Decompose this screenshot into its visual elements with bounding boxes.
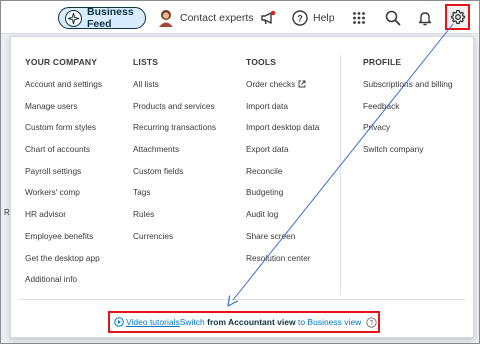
background-page-fragment: R bbox=[4, 208, 10, 217]
business-feed-label: Business Feed bbox=[87, 6, 134, 30]
menu-item-custom-form-styles[interactable]: Custom form styles bbox=[25, 122, 102, 144]
menu-item-chart-of-accounts[interactable]: Chart of accounts bbox=[25, 144, 102, 166]
contact-experts-label: Contact experts bbox=[180, 12, 254, 24]
switch-view-link[interactable]: Switch from Accountant view to Business … bbox=[180, 317, 362, 327]
menu-item-products-and-services[interactable]: Products and services bbox=[133, 101, 216, 123]
settings-gear-button[interactable] bbox=[445, 4, 470, 30]
column-lists: LISTS All lists Products and services Re… bbox=[133, 57, 216, 253]
contact-experts-button[interactable]: Contact experts bbox=[158, 8, 254, 28]
menu-item-attachments[interactable]: Attachments bbox=[133, 144, 216, 166]
menu-item-privacy[interactable]: Privacy bbox=[363, 122, 452, 144]
svg-text:?: ? bbox=[297, 14, 303, 24]
switch-bold-text: from Accountant view bbox=[207, 317, 296, 327]
switch-prefix-text: Switch bbox=[179, 317, 208, 327]
expert-avatar-icon bbox=[158, 9, 174, 27]
column-heading: YOUR COMPANY bbox=[25, 57, 98, 67]
menu-item-account-and-settings[interactable]: Account and settings bbox=[25, 79, 102, 101]
menu-item-subscriptions-and-billing[interactable]: Subscriptions and billing bbox=[363, 79, 452, 101]
menu-item-manage-users[interactable]: Manage users bbox=[25, 101, 102, 123]
menu-item-share-screen[interactable]: Share screen bbox=[246, 231, 319, 253]
menu-item-import-desktop-data[interactable]: Import desktop data bbox=[246, 122, 319, 144]
help-label: Help bbox=[313, 12, 335, 24]
help-icon[interactable]: ? bbox=[366, 316, 377, 328]
footer-divider bbox=[19, 299, 465, 300]
menu-item-audit-log[interactable]: Audit log bbox=[246, 209, 319, 231]
help-button[interactable]: ? Help bbox=[292, 9, 335, 27]
column-profile: PROFILE Subscriptions and billing Feedba… bbox=[363, 57, 452, 166]
menu-item-get-desktop-app[interactable]: Get the desktop app bbox=[25, 253, 102, 275]
menu-item-budgeting[interactable]: Budgeting bbox=[246, 187, 319, 209]
menu-item-employee-benefits[interactable]: Employee benefits bbox=[25, 231, 102, 253]
menu-item-hr-advisor[interactable]: HR advisor bbox=[25, 209, 102, 231]
help-icon: ? bbox=[292, 10, 308, 26]
column-your-company: YOUR COMPANY Account and settings Manage… bbox=[25, 57, 102, 296]
column-heading: PROFILE bbox=[363, 57, 402, 67]
menu-item-import-data[interactable]: Import data bbox=[246, 101, 319, 123]
menu-item-reconcile[interactable]: Reconcile bbox=[246, 166, 319, 188]
menu-item-all-lists[interactable]: All lists bbox=[133, 79, 216, 101]
menu-item-order-checks[interactable]: Order checks bbox=[246, 79, 319, 101]
video-tutorials-link[interactable]: Video tutorials bbox=[126, 317, 180, 327]
bell-icon[interactable] bbox=[416, 9, 434, 27]
column-heading: LISTS bbox=[133, 57, 159, 67]
menu-item-workers-comp[interactable]: Workers' comp bbox=[25, 187, 102, 209]
menu-item-additional-info[interactable]: Additional info bbox=[25, 274, 102, 296]
apps-grid-icon[interactable] bbox=[350, 9, 368, 27]
external-link-icon bbox=[298, 80, 306, 88]
menu-item-rules[interactable]: Rules bbox=[133, 209, 216, 231]
column-heading: TOOLS bbox=[246, 57, 277, 67]
menu-item-recurring-transactions[interactable]: Recurring transactions bbox=[133, 122, 216, 144]
top-navigation-bar: Business Feed Contact experts ? Help bbox=[1, 1, 479, 34]
business-feed-button[interactable]: Business Feed bbox=[58, 6, 146, 30]
settings-dropdown-menu: YOUR COMPANY Account and settings Manage… bbox=[10, 36, 474, 338]
menu-item-currencies[interactable]: Currencies bbox=[133, 231, 216, 253]
menu-item-label: Order checks bbox=[246, 79, 296, 89]
play-icon bbox=[114, 317, 124, 327]
column-divider bbox=[340, 55, 341, 295]
menu-item-custom-fields[interactable]: Custom fields bbox=[133, 166, 216, 188]
menu-item-payroll-settings[interactable]: Payroll settings bbox=[25, 166, 102, 188]
column-tools: TOOLS Order checks Import data Import de… bbox=[246, 57, 319, 274]
switch-suffix-text: to Business view bbox=[295, 317, 362, 327]
menu-item-feedback[interactable]: Feedback bbox=[363, 101, 452, 123]
sparkle-icon bbox=[65, 9, 82, 27]
menu-item-tags[interactable]: Tags bbox=[133, 187, 216, 209]
menu-item-resolution-center[interactable]: Resolution center bbox=[246, 253, 319, 275]
megaphone-icon[interactable] bbox=[259, 9, 277, 27]
svg-text:?: ? bbox=[370, 320, 374, 327]
menu-item-export-data[interactable]: Export data bbox=[246, 144, 319, 166]
search-icon[interactable] bbox=[384, 9, 402, 27]
menu-item-switch-company[interactable]: Switch company bbox=[363, 144, 452, 166]
menu-footer: Video tutorials Switch from Accountant v… bbox=[108, 311, 380, 333]
gear-icon bbox=[450, 9, 466, 25]
